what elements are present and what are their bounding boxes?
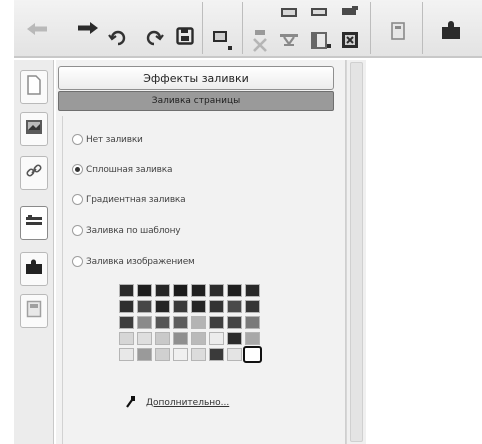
fill-icon <box>25 214 43 233</box>
color-swatch[interactable] <box>191 316 206 329</box>
radio-button[interactable] <box>72 134 83 145</box>
color-swatch[interactable] <box>245 332 260 345</box>
undo-icon[interactable] <box>106 22 130 50</box>
color-swatch[interactable] <box>173 284 188 297</box>
radio-solid-fill[interactable]: Сплошная заливка <box>72 164 172 175</box>
fill-panel: Эффекты заливки Заливка страницы Нет зал… <box>56 60 346 444</box>
color-swatch[interactable] <box>209 300 224 313</box>
redo-icon[interactable] <box>142 22 166 50</box>
image-icon <box>25 119 43 139</box>
color-swatch[interactable] <box>155 348 170 361</box>
tab-strip <box>14 60 54 444</box>
presentation-icon[interactable] <box>206 26 238 54</box>
tab-frame[interactable] <box>20 294 48 328</box>
radio-label: Нет заливки <box>86 134 143 145</box>
color-swatch[interactable] <box>119 284 134 297</box>
color-swatch[interactable] <box>191 332 206 345</box>
more-colors-label: Дополнительно... <box>146 397 230 408</box>
color-swatch[interactable] <box>209 332 224 345</box>
forward-arrow-icon[interactable] <box>74 16 102 40</box>
delete-icon[interactable] <box>248 28 272 54</box>
radio-pattern-fill[interactable]: Заливка по шаблону <box>72 225 181 236</box>
color-swatch[interactable] <box>119 348 134 361</box>
tab-image[interactable] <box>20 112 48 146</box>
color-swatch[interactable] <box>137 300 152 313</box>
save-icon[interactable] <box>174 24 196 48</box>
color-swatch[interactable] <box>191 284 206 297</box>
color-swatch[interactable] <box>209 348 224 361</box>
color-swatch[interactable] <box>173 300 188 313</box>
toolbar-separator <box>422 2 423 54</box>
radio-selected-dot <box>75 167 80 172</box>
radio-label: Градиентная заливка <box>86 194 186 205</box>
radio-button[interactable] <box>72 194 83 205</box>
page-fill-button[interactable]: Заливка страницы <box>58 91 334 111</box>
radio-no-fill[interactable]: Нет заливки <box>72 134 143 145</box>
table-icon[interactable] <box>276 4 302 54</box>
more-colors-link[interactable]: Дополнительно... <box>126 393 229 412</box>
color-swatch[interactable] <box>227 284 242 297</box>
color-swatch[interactable] <box>155 332 170 345</box>
radio-image-fill[interactable]: Заливка изображением <box>72 256 195 267</box>
radio-label: Заливка изображением <box>86 256 195 267</box>
scrollbar-thumb[interactable] <box>350 62 363 442</box>
tab-puzzle[interactable] <box>20 252 48 286</box>
color-swatch[interactable] <box>137 284 152 297</box>
color-swatch[interactable] <box>191 348 206 361</box>
panel-scrollbar[interactable] <box>346 60 366 444</box>
color-swatch[interactable] <box>191 300 206 313</box>
radio-label: Заливка по шаблону <box>86 225 181 236</box>
color-swatch[interactable] <box>209 284 224 297</box>
crop-icon[interactable] <box>336 4 364 54</box>
color-swatch[interactable] <box>173 348 188 361</box>
color-swatch[interactable] <box>173 316 188 329</box>
color-swatch[interactable] <box>119 316 134 329</box>
workspace-area <box>367 60 482 444</box>
color-swatch[interactable] <box>155 284 170 297</box>
color-swatch[interactable] <box>137 332 152 345</box>
text-box-icon[interactable] <box>386 16 410 46</box>
tab-link[interactable] <box>20 156 48 190</box>
toolbar-separator <box>242 2 243 54</box>
toolbar-separator <box>202 2 203 54</box>
layout-icon[interactable] <box>306 4 334 54</box>
color-swatch[interactable] <box>173 332 188 345</box>
color-swatch[interactable] <box>137 316 152 329</box>
eyedropper-icon <box>126 393 136 412</box>
page-icon <box>26 75 42 99</box>
radio-button[interactable] <box>72 164 83 175</box>
radio-button[interactable] <box>72 256 83 267</box>
color-swatch[interactable] <box>209 316 224 329</box>
color-swatch[interactable] <box>227 332 242 345</box>
link-icon <box>25 162 43 184</box>
back-arrow-icon[interactable] <box>24 18 50 40</box>
radio-gradient-fill[interactable]: Градиентная заливка <box>72 194 186 205</box>
puzzle-icon[interactable] <box>434 14 468 46</box>
color-swatch[interactable] <box>227 300 242 313</box>
color-swatch[interactable] <box>227 316 242 329</box>
color-swatch[interactable] <box>155 316 170 329</box>
radio-button[interactable] <box>72 225 83 236</box>
color-swatch[interactable] <box>155 300 170 313</box>
frame-icon <box>26 300 42 322</box>
toolbar <box>14 0 482 58</box>
toolbar-separator <box>370 2 371 54</box>
tab-fill[interactable] <box>20 206 48 240</box>
color-swatch[interactable] <box>137 348 152 361</box>
color-swatch[interactable] <box>119 300 134 313</box>
puzzle-icon <box>25 259 43 279</box>
color-swatch[interactable] <box>245 284 260 297</box>
radio-label: Сплошная заливка <box>86 164 173 175</box>
color-swatch[interactable] <box>227 348 242 361</box>
fill-effects-button[interactable]: Эффекты заливки <box>58 66 334 90</box>
color-swatch[interactable] <box>119 332 134 345</box>
color-swatch[interactable] <box>245 300 260 313</box>
color-swatch[interactable] <box>245 316 260 329</box>
tab-page[interactable] <box>20 70 48 104</box>
color-swatch[interactable] <box>243 346 262 363</box>
